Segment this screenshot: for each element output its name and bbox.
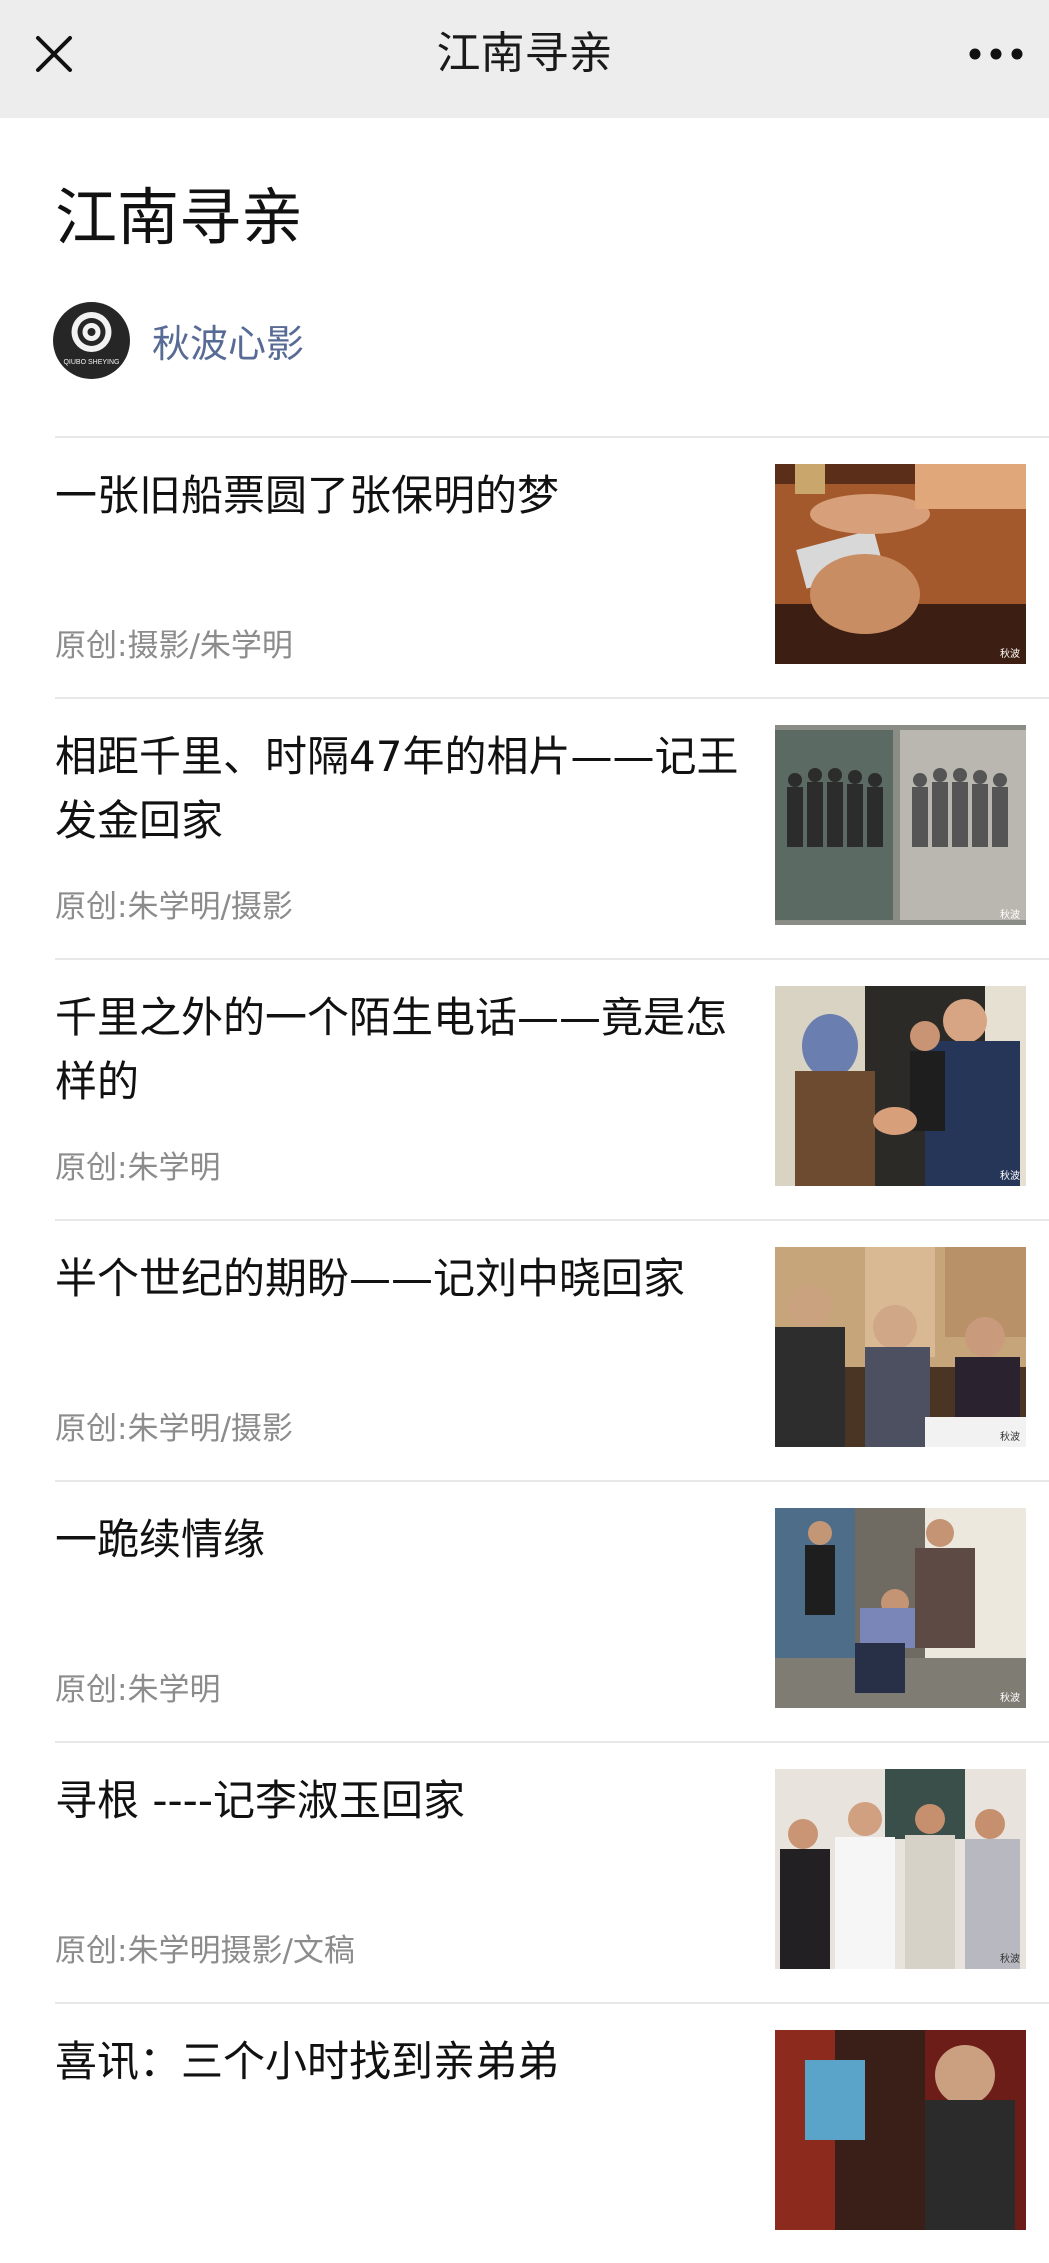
more-icon[interactable] <box>961 30 1031 80</box>
article-meta: 原创:朱学明 <box>55 1150 221 1186</box>
article-meta: 原创:朱学明摄影/文稿 <box>55 1933 355 1969</box>
list-item[interactable]: 相距千里、时隔47年的相片——记王发金回家 原创:朱学明/摄影 秋波 <box>55 697 1049 958</box>
article-meta: 原创:摄影/朱学明 <box>55 628 293 664</box>
list-item[interactable]: 一跪续情缘 原创:朱学明 秋波 <box>55 1480 1049 1741</box>
article-title[interactable]: 喜讯：三个小时找到亲弟弟 <box>55 2030 755 2094</box>
article-meta: 原创:朱学明/摄影 <box>55 889 293 925</box>
nav-title: 江南寻亲 <box>436 28 613 79</box>
avatar-text: QIUBO SHEYING <box>63 359 119 366</box>
article-title[interactable]: 寻根 ----记李淑玉回家 <box>55 1769 755 1833</box>
article-thumbnail[interactable]: 秋波 <box>775 1247 1026 1447</box>
author-row[interactable]: QIUBO SHEYING 秋波心影 <box>53 300 304 380</box>
watermark: 秋波 <box>1000 1169 1020 1182</box>
article-title[interactable]: 千里之外的一个陌生电话——竟是怎样的 <box>55 986 755 1114</box>
page-title: 江南寻亲 <box>55 181 304 254</box>
article-thumbnail[interactable]: 秋波 <box>775 464 1026 664</box>
article-meta: 原创:朱学明 <box>55 1672 221 1708</box>
list-item[interactable]: 喜讯：三个小时找到亲弟弟 <box>55 2002 1049 2263</box>
list-item[interactable]: 半个世纪的期盼——记刘中晓回家 原创:朱学明/摄影 秋波 <box>55 1219 1049 1480</box>
article-title[interactable]: 一张旧船票圆了张保明的梦 <box>55 464 755 528</box>
article-title[interactable]: 相距千里、时隔47年的相片——记王发金回家 <box>55 725 755 853</box>
watermark: 秋波 <box>1000 908 1020 921</box>
article-title[interactable]: 一跪续情缘 <box>55 1508 755 1572</box>
article-title[interactable]: 半个世纪的期盼——记刘中晓回家 <box>55 1247 755 1311</box>
watermark: 秋波 <box>1000 1691 1020 1704</box>
nav-bar: 江南寻亲 <box>0 0 1049 118</box>
article-thumbnail[interactable]: 秋波 <box>775 725 1026 925</box>
list-item[interactable]: 千里之外的一个陌生电话——竟是怎样的 原创:朱学明 秋波 <box>55 958 1049 1219</box>
watermark: 秋波 <box>1000 1952 1020 1965</box>
watermark: 秋波 <box>1000 647 1020 660</box>
article-meta: 原创:朱学明/摄影 <box>55 1411 293 1447</box>
article-thumbnail[interactable]: 秋波 <box>775 1769 1026 1969</box>
list-item[interactable]: 寻根 ----记李淑玉回家 原创:朱学明摄影/文稿 秋波 <box>55 1741 1049 2002</box>
list-item[interactable]: 一张旧船票圆了张保明的梦 原创:摄影/朱学明 秋波 <box>55 436 1049 697</box>
article-list: 一张旧船票圆了张保明的梦 原创:摄影/朱学明 秋波 相距千里、时隔47年的相片—… <box>55 436 1049 2263</box>
author-name[interactable]: 秋波心影 <box>152 313 304 368</box>
article-thumbnail[interactable]: 秋波 <box>775 1508 1026 1708</box>
watermark: 秋波 <box>1000 1430 1020 1443</box>
article-thumbnail[interactable]: 秋波 <box>775 986 1026 1186</box>
article-thumbnail[interactable] <box>775 2030 1026 2230</box>
avatar[interactable]: QIUBO SHEYING <box>53 301 130 379</box>
